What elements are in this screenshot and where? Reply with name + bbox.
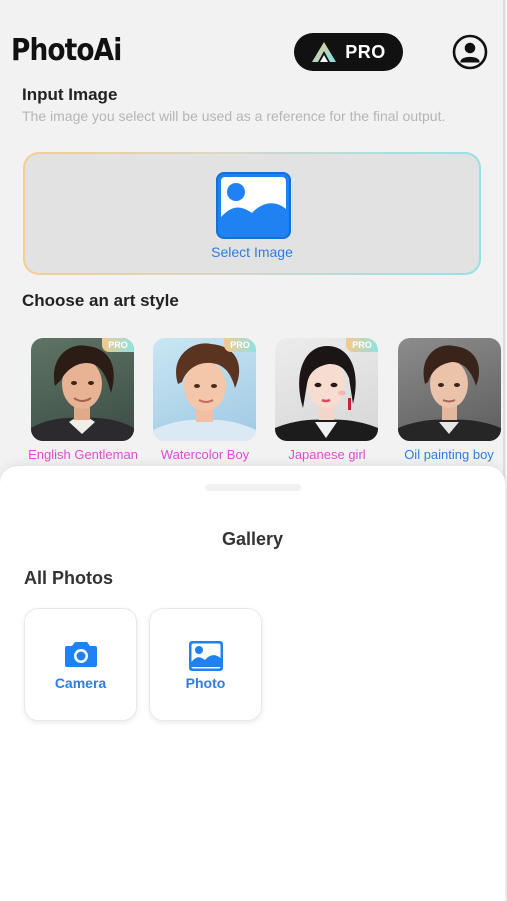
japanese-girl-thumbnail <box>275 346 378 441</box>
pro-label: PRO <box>345 41 386 62</box>
style-label-oil-painting-boy[interactable]: Oil painting boy <box>389 447 507 462</box>
art-style-title: Choose an art style <box>22 291 179 310</box>
select-image-label[interactable]: Select Image <box>25 244 479 260</box>
style-label-english-gentleman[interactable]: English Gentleman <box>23 447 143 462</box>
style-card-oil-painting-boy[interactable] <box>398 338 501 441</box>
input-image-title: Input Image <box>22 85 118 104</box>
pro-upgrade-button[interactable]: PRO <box>294 33 403 71</box>
gallery-title: Gallery <box>221 529 284 549</box>
style-label-japanese-girl[interactable]: Japanese girl <box>267 447 387 462</box>
image-icon <box>188 641 223 671</box>
photo-label[interactable]: Photo <box>150 675 261 691</box>
watercolor-boy-thumbnail <box>153 343 256 441</box>
app-screen: PhotoAi PRO Input Image The image you se… <box>0 0 507 901</box>
select-image-box[interactable]: Select Image <box>25 154 479 273</box>
image-icon <box>216 172 291 239</box>
style-card-japanese-girl[interactable]: PRO <box>275 338 378 441</box>
app-logo: PhotoAi <box>11 33 122 68</box>
input-image-description: The image you select will be used as a r… <box>22 108 446 124</box>
gallery-bottom-sheet: Gallery All Photos Camera Photo <box>0 465 505 901</box>
pro-badge: PRO <box>224 338 256 352</box>
style-card-watercolor-boy[interactable]: PRO <box>153 338 256 441</box>
english-gentleman-thumbnail <box>31 345 134 441</box>
sheet-drag-handle[interactable] <box>205 484 301 491</box>
pro-logo-icon <box>312 42 337 62</box>
pro-badge: PRO <box>102 338 134 352</box>
camera-icon <box>64 642 97 667</box>
camera-button[interactable]: Camera <box>24 608 137 721</box>
style-label-watercolor-boy[interactable]: Watercolor Boy <box>145 447 265 462</box>
select-image-area[interactable]: Select Image <box>23 152 481 275</box>
style-card-english-gentleman[interactable]: PRO <box>31 338 134 441</box>
oil-painting-boy-thumbnail <box>398 345 501 441</box>
all-photos-title: All Photos <box>24 568 113 588</box>
profile-button[interactable] <box>452 34 488 70</box>
camera-label[interactable]: Camera <box>25 675 136 691</box>
user-icon <box>452 34 488 70</box>
pro-badge: PRO <box>346 338 378 352</box>
photo-button[interactable]: Photo <box>149 608 262 721</box>
